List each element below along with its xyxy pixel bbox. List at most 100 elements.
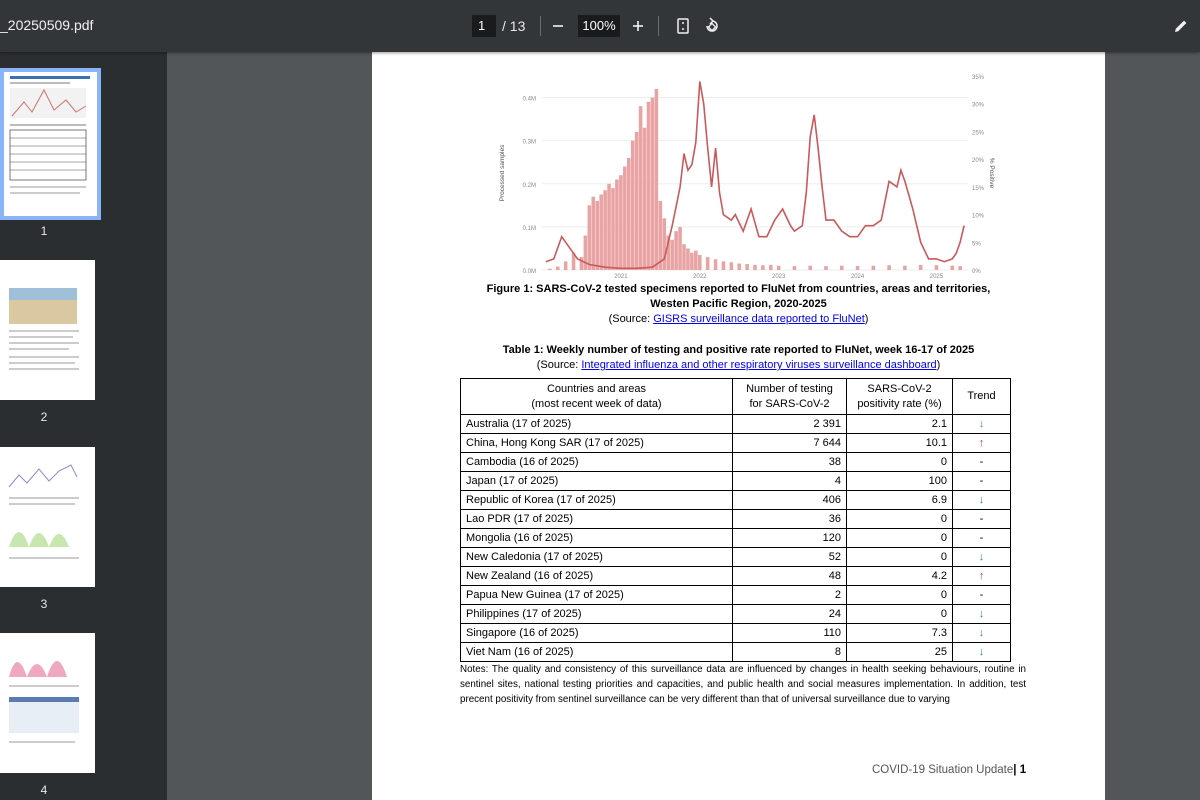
rate-cell: 0 xyxy=(846,585,953,605)
bar xyxy=(658,201,663,270)
tests-cell: 38 xyxy=(732,452,847,472)
rate-cell: 10.1 xyxy=(846,433,953,453)
bar xyxy=(934,265,939,270)
document-viewport[interactable]: 0.0M 0.1M 0.2M 0.3M 0.4M 0% 5% 10% 15% 20% 25% 30% 3… xyxy=(167,52,1200,800)
trend-cell: - xyxy=(952,528,1011,548)
bar xyxy=(591,196,596,270)
table-row: Singapore (16 of 2025) 110 7.3 ↓ xyxy=(460,623,1011,643)
header-positivity: SARS-CoV-2 positivity rate (%) xyxy=(846,378,953,415)
table-row: Republic of Korea (17 of 2025) 406 6.9 ↓ xyxy=(460,490,1011,510)
y-tick-label: 0.0M xyxy=(523,269,536,275)
bar xyxy=(646,101,651,270)
pencil-icon xyxy=(1175,20,1187,32)
table-row: Lao PDR (17 of 2025) 36 0- xyxy=(460,509,1011,529)
bar xyxy=(627,157,631,270)
figure-source-suffix: ) xyxy=(864,313,869,325)
header-countries: Countries and areas (most recent week of … xyxy=(460,378,733,415)
footer-title: COVID-19 Situation Update xyxy=(872,764,1014,776)
tests-cell: 52 xyxy=(732,547,847,567)
x-tick-label: 2024 xyxy=(851,274,865,280)
thumbnail-label: 1 xyxy=(40,224,48,238)
country-cell: Australia (17 of 2025) xyxy=(460,414,733,434)
rate-cell: 0 xyxy=(846,528,953,548)
tests-cell: 36 xyxy=(732,509,847,529)
trend-cell: ↑ xyxy=(952,566,1011,586)
y-axis-label: Processed samples xyxy=(499,144,506,201)
bar xyxy=(721,261,726,270)
country-cell: Papua New Guinea (17 of 2025) xyxy=(460,585,733,605)
figure-source-link[interactable]: GISRS surveillance data reported to FluN… xyxy=(653,313,865,325)
bar xyxy=(662,218,667,270)
thumbnail-page-2[interactable] xyxy=(0,260,95,400)
tests-cell: 48 xyxy=(732,566,847,586)
tests-cell: 2 391 xyxy=(732,414,847,434)
tests-cell: 4 xyxy=(732,471,847,491)
bar xyxy=(563,261,568,270)
figure-caption-line1: Figure 1: SARS-CoV-2 tested specimens re… xyxy=(486,283,991,295)
header-testing: Number of testing for SARS-CoV-2 xyxy=(732,378,847,415)
y-tick-label: 0.2M xyxy=(523,183,536,189)
country-cell: China, Hong Kong SAR (17 of 2025) xyxy=(460,433,733,453)
annotate-button[interactable] xyxy=(1169,14,1193,38)
rate-cell: 0 xyxy=(846,547,953,567)
toolbar-divider xyxy=(540,16,541,36)
bar xyxy=(674,231,678,270)
table-row: Philippines (17 of 2025) 24 0 ↓ xyxy=(460,604,1011,624)
y-tick-label: 0.4M xyxy=(523,97,536,103)
trend-cell: - xyxy=(952,585,1011,605)
x-tick-label: 2021 xyxy=(614,274,628,280)
bar xyxy=(634,132,639,270)
bar xyxy=(840,265,844,270)
bar xyxy=(556,266,560,270)
thumbnail-page-3-preview xyxy=(8,464,79,559)
thumbnail-label: 2 xyxy=(40,410,48,424)
thumbnail-page-4[interactable] xyxy=(0,633,95,773)
zoom-in-button[interactable] xyxy=(626,14,650,38)
rate-cell: 25 xyxy=(846,642,953,662)
tests-cell: 8 xyxy=(732,642,847,662)
bar xyxy=(607,183,611,270)
trend-cell: ↓ xyxy=(952,604,1011,624)
table-row: Viet Nam (16 of 2025) 8 25 ↓ xyxy=(460,642,1011,662)
pdf-page: 0.0M 0.1M 0.2M 0.3M 0.4M 0% 5% 10% 15% 20% 25% 30% 3… xyxy=(372,52,1105,800)
page-total: / 13 xyxy=(502,18,526,34)
bar xyxy=(745,263,749,270)
toolbar: _20250509.pdf 1 / 13 100% xyxy=(0,0,1200,52)
trend-cell: ↑ xyxy=(952,433,1011,453)
zoom-input[interactable]: 100% xyxy=(578,15,620,37)
country-cell: Philippines (17 of 2025) xyxy=(460,604,733,624)
table-title: Table 1: Weekly number of testing and po… xyxy=(502,344,975,356)
bar xyxy=(855,265,860,270)
country-cell: Lao PDR (17 of 2025) xyxy=(460,509,733,529)
table-source-link[interactable]: Integrated influenza and other respirato… xyxy=(581,359,936,371)
bar xyxy=(642,127,647,270)
bar xyxy=(713,259,718,270)
bar xyxy=(871,265,876,270)
country-cell: Republic of Korea (17 of 2025) xyxy=(460,490,733,510)
trend-cell: - xyxy=(952,471,1011,491)
fit-page-button[interactable] xyxy=(671,14,695,38)
page-number-input[interactable]: 1 xyxy=(472,15,496,37)
bar xyxy=(638,106,643,270)
table-source-suffix: ) xyxy=(936,359,941,371)
y2-tick-label: 30% xyxy=(972,103,985,109)
thumbnail-page-4-preview xyxy=(9,661,79,743)
rate-cell: 0 xyxy=(846,509,953,529)
country-cell: Viet Nam (16 of 2025) xyxy=(460,642,733,662)
thumbnail-page-3[interactable] xyxy=(0,447,95,587)
rotate-button[interactable] xyxy=(700,14,724,38)
fit-page-icon xyxy=(677,18,689,34)
zoom-out-button[interactable] xyxy=(546,14,570,38)
bar xyxy=(587,205,592,270)
bar xyxy=(623,166,627,270)
footer-page-number: 1 xyxy=(1019,764,1027,776)
table-row: Japan (17 of 2025) 4 100- xyxy=(460,471,1011,491)
table-notes: Notes: The quality and consistency of th… xyxy=(460,664,1026,705)
bar xyxy=(630,140,635,270)
minus-icon xyxy=(553,25,563,27)
table-source: (Source: Integrated influenza and other … xyxy=(372,359,1105,371)
bar xyxy=(903,265,907,270)
x-tick-label: 2025 xyxy=(930,274,944,280)
bar xyxy=(548,268,552,270)
thumbnail-page-1[interactable] xyxy=(4,72,97,216)
